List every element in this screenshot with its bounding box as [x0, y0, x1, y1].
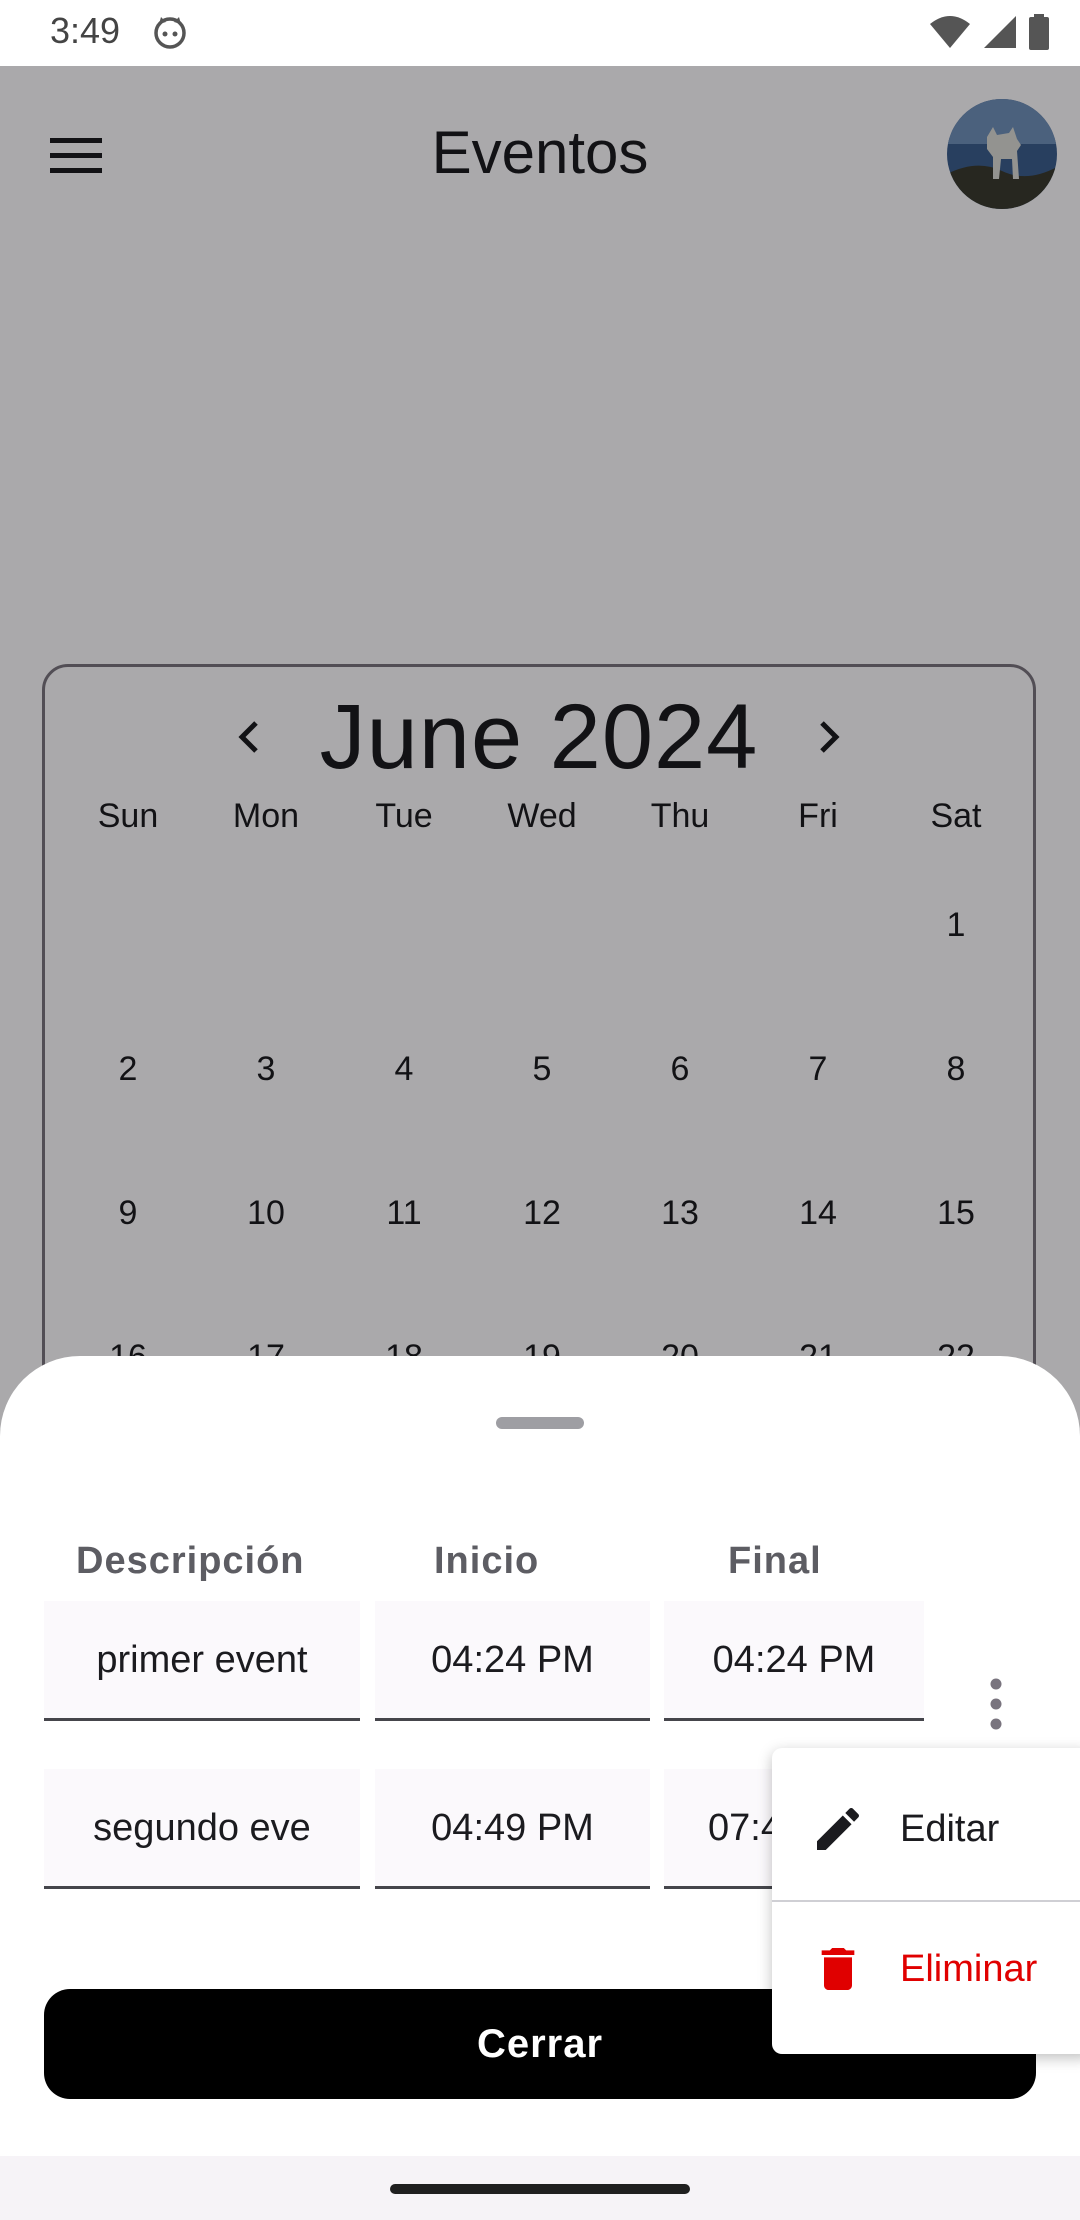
event-start-text: 04:24 PM — [431, 1639, 594, 1681]
pencil-icon — [817, 1807, 860, 1850]
event-description-text: segundo eve — [93, 1807, 311, 1849]
battery-icon — [1029, 14, 1049, 50]
event-start-text: 04:49 PM — [431, 1807, 594, 1849]
notification-cat-icon — [154, 17, 186, 49]
home-gesture-handle[interactable] — [390, 2184, 690, 2194]
status-bar: 3:49 — [0, 0, 1080, 66]
wifi-icon — [930, 16, 970, 48]
menu-item-edit-label: Editar — [900, 1807, 1000, 1850]
sheet-drag-handle[interactable] — [496, 1417, 584, 1429]
column-header-end: Final — [728, 1540, 822, 1582]
event-start-field[interactable]: 04:24 PM — [375, 1601, 650, 1721]
menu-item-delete[interactable]: Eliminar — [772, 1902, 1080, 2036]
column-header-description: Descripción — [76, 1540, 305, 1582]
event-end-field[interactable]: 04:24 PM — [664, 1601, 924, 1721]
status-icons — [928, 12, 1050, 52]
menu-item-edit[interactable]: Editar — [772, 1762, 1080, 1896]
trash-icon — [821, 1948, 855, 1990]
event-description-field[interactable]: segundo eve — [44, 1769, 360, 1889]
event-description-text: primer event — [96, 1639, 308, 1681]
row-options-menu: Editar Eliminar — [772, 1748, 1080, 2054]
menu-item-delete-label: Eliminar — [900, 1947, 1038, 1990]
signal-icon — [984, 16, 1016, 48]
event-end-text: 04:24 PM — [712, 1639, 876, 1681]
status-time: 3:49 — [50, 10, 121, 51]
more-options-icon[interactable] — [980, 1674, 1012, 1734]
event-start-field[interactable]: 04:49 PM — [375, 1769, 650, 1889]
event-description-field[interactable]: primer event — [44, 1601, 360, 1721]
column-header-start: Inicio — [434, 1540, 540, 1582]
system-navigation-bar — [0, 2156, 1080, 2220]
